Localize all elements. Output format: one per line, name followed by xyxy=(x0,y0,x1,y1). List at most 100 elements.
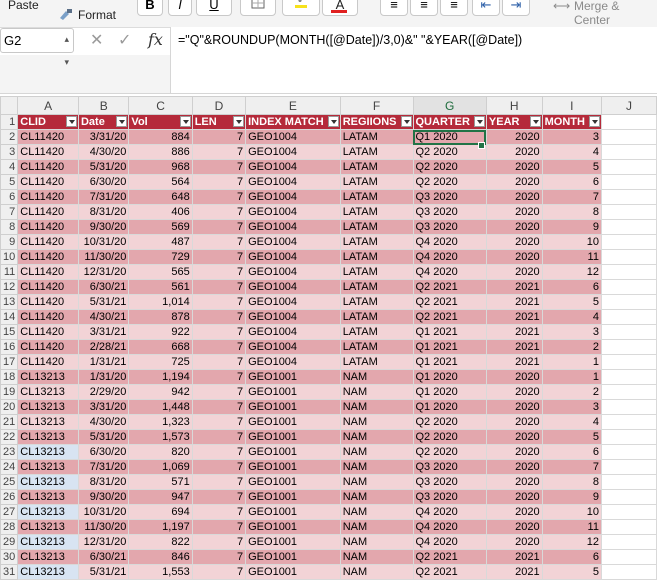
cell-date[interactable]: 3/31/20 xyxy=(77,399,130,415)
cell-month[interactable]: 9 xyxy=(541,219,602,235)
row-header[interactable]: 7 xyxy=(0,204,19,220)
cell-quarter[interactable]: Q4 2020 xyxy=(412,504,487,520)
cell-clid[interactable]: CL11420 xyxy=(17,204,79,220)
cell-month[interactable]: 5 xyxy=(541,564,602,580)
table-header-cell[interactable]: LEN xyxy=(191,114,247,130)
column-header-i[interactable]: I xyxy=(541,96,602,115)
cell-year[interactable]: 2020 xyxy=(485,234,543,250)
cell-year[interactable]: 2020 xyxy=(485,474,543,490)
cell-clid[interactable]: CL11420 xyxy=(17,144,79,160)
empty-cell[interactable] xyxy=(600,444,657,460)
cell-date[interactable]: 3/31/20 xyxy=(77,129,130,145)
empty-cell[interactable] xyxy=(600,399,657,415)
empty-cell[interactable] xyxy=(600,459,657,475)
cell-year[interactable]: 2020 xyxy=(485,159,543,175)
cell-quarter[interactable]: Q4 2020 xyxy=(412,534,487,550)
cell-idx[interactable]: GEO1004 xyxy=(245,249,341,265)
cell-vol[interactable]: 487 xyxy=(128,234,193,250)
filter-dropdown-icon[interactable] xyxy=(65,116,77,127)
row-header[interactable]: 23 xyxy=(0,444,19,460)
cell-region[interactable]: NAM xyxy=(339,489,414,505)
cell-clid[interactable]: CL11420 xyxy=(17,159,79,175)
cell-year[interactable]: 2021 xyxy=(485,549,543,565)
cell-month[interactable]: 6 xyxy=(541,549,602,565)
row-header[interactable]: 26 xyxy=(0,489,19,505)
filter-dropdown-icon[interactable] xyxy=(473,116,485,127)
cell-date[interactable]: 4/30/20 xyxy=(77,414,130,430)
cell-month[interactable]: 7 xyxy=(541,459,602,475)
cell-year[interactable]: 2020 xyxy=(485,399,543,415)
table-header-cell[interactable]: REGIIONS xyxy=(339,114,414,130)
cell-clid[interactable]: CL13213 xyxy=(17,429,79,445)
cell-vol[interactable]: 822 xyxy=(128,534,193,550)
row-header[interactable]: 22 xyxy=(0,429,19,445)
cell-quarter[interactable]: Q4 2020 xyxy=(412,264,487,280)
cell-region[interactable]: LATAM xyxy=(339,144,414,160)
table-header-cell[interactable]: Vol xyxy=(128,114,193,130)
cell-vol[interactable]: 947 xyxy=(128,489,193,505)
empty-cell[interactable] xyxy=(600,549,657,565)
cell-len[interactable]: 7 xyxy=(191,354,247,370)
cell-year[interactable]: 2020 xyxy=(485,534,543,550)
cell-len[interactable]: 7 xyxy=(191,564,247,580)
empty-cell[interactable] xyxy=(600,264,657,280)
cell-month[interactable]: 9 xyxy=(541,489,602,505)
filter-dropdown-icon[interactable] xyxy=(400,116,412,127)
cell-date[interactable]: 6/30/21 xyxy=(77,279,130,295)
cell-clid[interactable]: CL11420 xyxy=(17,249,79,265)
cell-region[interactable]: NAM xyxy=(339,444,414,460)
filter-dropdown-icon[interactable] xyxy=(116,116,128,127)
cell-idx[interactable]: GEO1004 xyxy=(245,174,341,190)
cell-month[interactable]: 4 xyxy=(541,414,602,430)
cell-month[interactable]: 1 xyxy=(541,354,602,370)
cell-year[interactable]: 2021 xyxy=(485,324,543,340)
cell-region[interactable]: NAM xyxy=(339,474,414,490)
cell-vol[interactable]: 569 xyxy=(128,219,193,235)
cell-idx[interactable]: GEO1001 xyxy=(245,534,341,550)
cell-date[interactable]: 12/31/20 xyxy=(77,534,130,550)
filter-dropdown-icon[interactable] xyxy=(179,116,191,127)
cell-region[interactable]: NAM xyxy=(339,504,414,520)
cell-quarter[interactable]: Q2 2020 xyxy=(412,159,487,175)
empty-cell[interactable] xyxy=(600,309,657,325)
cell-vol[interactable]: 878 xyxy=(128,309,193,325)
cell-year[interactable]: 2020 xyxy=(485,459,543,475)
cell-region[interactable]: NAM xyxy=(339,534,414,550)
cell-year[interactable]: 2021 xyxy=(485,564,543,580)
cell-date[interactable]: 5/31/21 xyxy=(77,564,130,580)
cell-date[interactable]: 4/30/20 xyxy=(77,144,130,160)
cell-date[interactable]: 6/30/21 xyxy=(77,549,130,565)
cell-vol[interactable]: 565 xyxy=(128,264,193,280)
cell-date[interactable]: 7/31/20 xyxy=(77,459,130,475)
cell-year[interactable]: 2020 xyxy=(485,384,543,400)
cell-vol[interactable]: 884 xyxy=(128,129,193,145)
row-header[interactable]: 27 xyxy=(0,504,19,520)
row-header[interactable]: 1 xyxy=(0,114,19,130)
cell-region[interactable]: NAM xyxy=(339,429,414,445)
row-header[interactable]: 15 xyxy=(0,324,19,340)
cell-vol[interactable]: 1,553 xyxy=(128,564,193,580)
cell-date[interactable]: 3/31/21 xyxy=(77,324,130,340)
cell-idx[interactable]: GEO1004 xyxy=(245,279,341,295)
cell-date[interactable]: 11/30/20 xyxy=(77,519,130,535)
cell-year[interactable]: 2020 xyxy=(485,219,543,235)
empty-cell[interactable] xyxy=(600,159,657,175)
merge-center-icon[interactable]: ⟷ xyxy=(553,0,570,13)
cell-quarter[interactable]: Q2 2020 xyxy=(412,444,487,460)
cell-vol[interactable]: 1,194 xyxy=(128,369,193,385)
cell-idx[interactable]: GEO1001 xyxy=(245,459,341,475)
empty-cell[interactable] xyxy=(600,249,657,265)
cell-quarter[interactable]: Q2 2021 xyxy=(412,294,487,310)
cell-len[interactable]: 7 xyxy=(191,519,247,535)
cell-clid[interactable]: CL11420 xyxy=(17,324,79,340)
empty-cell[interactable] xyxy=(600,414,657,430)
cell-len[interactable]: 7 xyxy=(191,489,247,505)
cell-quarter[interactable]: Q4 2020 xyxy=(412,519,487,535)
row-header[interactable]: 4 xyxy=(0,159,19,175)
column-header-f[interactable]: F xyxy=(339,96,414,115)
cell-year[interactable]: 2020 xyxy=(485,174,543,190)
row-header[interactable]: 25 xyxy=(0,474,19,490)
cell-vol[interactable]: 406 xyxy=(128,204,193,220)
cell-date[interactable]: 5/31/20 xyxy=(77,429,130,445)
cell-len[interactable]: 7 xyxy=(191,429,247,445)
